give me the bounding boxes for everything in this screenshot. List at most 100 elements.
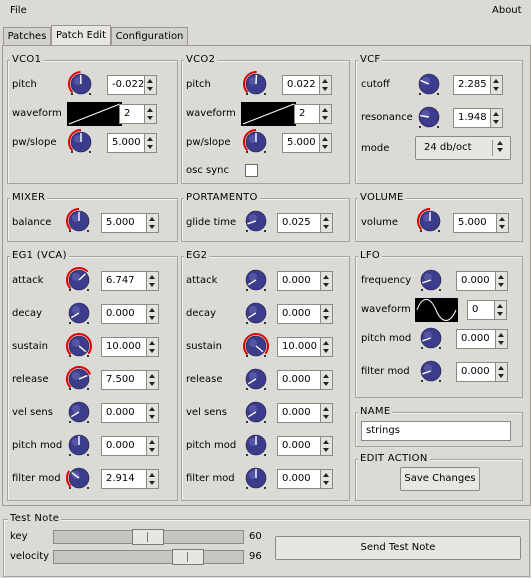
lfo-frequency-knob[interactable] xyxy=(418,267,444,293)
glide-time-knob[interactable] xyxy=(243,208,269,234)
eg1-value[interactable]: 7.500 xyxy=(106,374,135,385)
eg1-spin[interactable]: 2.914 xyxy=(101,469,159,489)
vcf-mode-select[interactable]: 24 db/oct xyxy=(415,136,511,160)
eg2-knob[interactable] xyxy=(243,465,269,491)
eg1-knob[interactable] xyxy=(66,300,92,326)
volume-knob[interactable] xyxy=(417,208,443,234)
spin-arrows[interactable] xyxy=(146,470,158,488)
vco2-pw-knob[interactable] xyxy=(243,129,269,155)
spin-arrows[interactable] xyxy=(320,437,332,455)
vco1-pitch-knob[interactable] xyxy=(68,71,94,97)
send-test-note-button[interactable]: Send Test Note xyxy=(275,536,521,560)
eg1-value[interactable]: 10.000 xyxy=(106,341,141,352)
spin-arrows[interactable] xyxy=(320,404,332,422)
glide-time-spin[interactable]: 0.025 xyxy=(277,213,333,233)
vco2-pitch-spin[interactable]: 0.022 xyxy=(282,75,332,95)
spin-arrows[interactable] xyxy=(146,214,158,232)
eg2-value[interactable]: 0.000 xyxy=(282,275,311,286)
lfo-filter-spin[interactable]: 0.000 xyxy=(456,362,508,382)
eg2-value[interactable]: 0.000 xyxy=(282,473,311,484)
spin-arrows[interactable] xyxy=(494,301,506,319)
spin-arrows[interactable] xyxy=(495,330,507,348)
lfo-pitch-spin[interactable]: 0.000 xyxy=(456,329,508,349)
vco1-waveform-value[interactable]: 2 xyxy=(124,108,130,119)
spin-arrows[interactable] xyxy=(320,214,332,232)
spin-arrows[interactable] xyxy=(144,105,156,123)
eg1-knob[interactable] xyxy=(66,399,92,425)
vco1-pitch-spin[interactable]: -0.022 xyxy=(107,75,157,95)
eg1-value[interactable]: 0.000 xyxy=(106,308,135,319)
spin-arrows[interactable] xyxy=(320,470,332,488)
eg1-spin[interactable]: 0.000 xyxy=(101,403,159,423)
eg1-knob[interactable] xyxy=(66,432,92,458)
eg1-spin[interactable]: 0.000 xyxy=(101,436,159,456)
spin-arrows[interactable] xyxy=(320,305,332,323)
spin-arrows[interactable] xyxy=(146,371,158,389)
vco2-pitch-value[interactable]: 0.022 xyxy=(287,79,316,90)
mixer-balance-value[interactable]: 5.000 xyxy=(106,217,135,228)
spin-arrows[interactable] xyxy=(146,272,158,290)
spin-arrows[interactable] xyxy=(496,214,508,232)
osc-sync-checkbox[interactable] xyxy=(245,164,258,177)
eg1-knob[interactable] xyxy=(66,267,92,293)
vcf-cutoff-knob[interactable] xyxy=(416,71,442,97)
lfo-frequency-spin[interactable]: 0.000 xyxy=(456,271,508,291)
spin-arrows[interactable] xyxy=(146,338,158,356)
spin-arrows[interactable] xyxy=(144,76,156,94)
spin-arrows[interactable] xyxy=(320,371,332,389)
lfo-pitch-knob[interactable] xyxy=(418,325,444,351)
eg2-spin[interactable]: 0.000 xyxy=(277,304,333,324)
eg2-value[interactable]: 0.000 xyxy=(282,308,311,319)
lfo-pitch-value[interactable]: 0.000 xyxy=(461,333,490,344)
eg2-spin[interactable]: 0.000 xyxy=(277,469,333,489)
volume-value[interactable]: 5.000 xyxy=(458,217,487,228)
spin-arrows[interactable] xyxy=(146,404,158,422)
spin-arrows[interactable] xyxy=(495,272,507,290)
eg2-knob[interactable] xyxy=(243,300,269,326)
spin-arrows[interactable] xyxy=(146,437,158,455)
vcf-resonance-spin[interactable]: 1.948 xyxy=(453,108,503,128)
eg2-spin[interactable]: 0.000 xyxy=(277,403,333,423)
eg1-value[interactable]: 0.000 xyxy=(106,407,135,418)
vco2-waveform-spin[interactable]: 2 xyxy=(294,104,332,124)
tab-patch-edit[interactable]: Patch Edit xyxy=(51,25,111,46)
vcf-cutoff-value[interactable]: 2.285 xyxy=(458,79,487,90)
vco1-pw-knob[interactable] xyxy=(68,129,94,155)
spin-arrows[interactable] xyxy=(490,109,502,127)
tab-patches[interactable]: Patches xyxy=(3,27,51,45)
eg2-value[interactable]: 10.000 xyxy=(282,341,317,352)
spin-arrows[interactable] xyxy=(319,105,331,123)
eg1-spin[interactable]: 7.500 xyxy=(101,370,159,390)
vco1-waveform-spin[interactable]: 2 xyxy=(119,104,157,124)
lfo-waveform-spin[interactable]: 0 xyxy=(467,300,507,320)
eg2-spin[interactable]: 0.000 xyxy=(277,370,333,390)
patch-name-input[interactable]: strings xyxy=(361,421,511,441)
eg1-knob[interactable] xyxy=(66,366,92,392)
file-menu[interactable]: File xyxy=(10,5,27,16)
velocity-slider[interactable] xyxy=(53,549,244,565)
eg2-value[interactable]: 0.000 xyxy=(282,407,311,418)
spin-arrows[interactable] xyxy=(319,134,331,152)
lfo-filter-value[interactable]: 0.000 xyxy=(461,366,490,377)
vcf-resonance-value[interactable]: 1.948 xyxy=(458,112,487,123)
spin-arrows[interactable] xyxy=(495,363,507,381)
vco2-pw-spin[interactable]: 5.000 xyxy=(282,133,332,153)
vco1-pw-value[interactable]: 5.000 xyxy=(112,137,141,148)
eg2-knob[interactable] xyxy=(243,267,269,293)
spin-arrows[interactable] xyxy=(319,76,331,94)
eg1-spin[interactable]: 6.747 xyxy=(101,271,159,291)
save-changes-button[interactable]: Save Changes xyxy=(400,467,480,491)
vco2-pitch-knob[interactable] xyxy=(243,71,269,97)
eg2-spin[interactable]: 0.000 xyxy=(277,436,333,456)
vco1-pw-spin[interactable]: 5.000 xyxy=(107,133,157,153)
spin-arrows[interactable] xyxy=(144,134,156,152)
eg2-spin[interactable]: 0.000 xyxy=(277,271,333,291)
eg1-spin[interactable]: 10.000 xyxy=(101,337,159,357)
lfo-frequency-value[interactable]: 0.000 xyxy=(461,275,490,286)
key-slider[interactable] xyxy=(53,529,244,545)
vco1-pitch-value[interactable]: -0.022 xyxy=(112,79,144,90)
eg2-value[interactable]: 0.000 xyxy=(282,374,311,385)
eg1-value[interactable]: 0.000 xyxy=(106,440,135,451)
eg1-value[interactable]: 6.747 xyxy=(106,275,135,286)
mixer-balance-knob[interactable] xyxy=(66,208,92,234)
